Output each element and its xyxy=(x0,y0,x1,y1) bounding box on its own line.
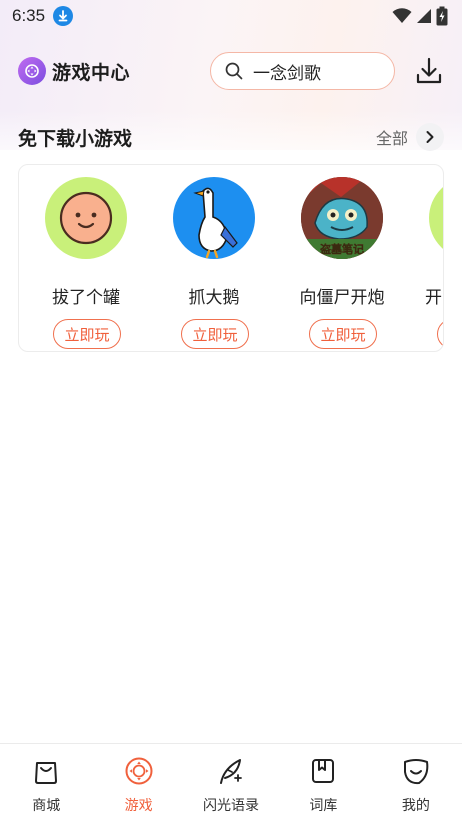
nav-item-profile[interactable]: 我的 xyxy=(370,744,462,821)
nav-item-games[interactable]: 游戏 xyxy=(92,744,184,821)
shop-bag-icon xyxy=(35,762,58,784)
game-center-logo-icon xyxy=(18,57,46,85)
search-icon xyxy=(225,62,243,80)
play-now-button[interactable]: 立即玩 xyxy=(309,319,377,349)
bottom-navigation: 商城 游戏 闪光语录 词库 我的 xyxy=(0,743,462,821)
game-icon-zombie[interactable]: 盗墓笔记 xyxy=(301,177,383,259)
game-icon-partial[interactable] xyxy=(429,177,443,259)
bookmark-book-icon xyxy=(312,759,335,783)
feather-pen-icon xyxy=(220,759,242,784)
nav-item-lexicon[interactable]: 词库 xyxy=(277,744,369,821)
game-name: 拔了个罐 xyxy=(52,288,120,308)
section-header: 免下载小游戏 全部 xyxy=(18,120,444,154)
section-title: 免下载小游戏 xyxy=(18,127,133,150)
view-all-link[interactable]: 全部 xyxy=(376,125,408,149)
search-input[interactable]: 一念剑歌 xyxy=(210,52,395,90)
smile-face-icon xyxy=(403,759,429,785)
chevron-right-icon[interactable] xyxy=(416,123,444,151)
game-icon-smiley[interactable] xyxy=(45,177,127,259)
game-controller-icon xyxy=(125,757,153,785)
search-value: 一念剑歌 xyxy=(253,63,321,84)
page-title: 游戏中心 xyxy=(52,61,131,84)
nav-label: 游戏 xyxy=(124,798,153,814)
download-button[interactable] xyxy=(414,56,444,86)
status-indicators xyxy=(392,6,448,26)
nav-item-shop[interactable]: 商城 xyxy=(0,744,92,821)
play-now-button[interactable] xyxy=(437,319,443,349)
nav-label: 闪光语录 xyxy=(203,798,260,814)
game-name: 向僵尸开炮 xyxy=(299,288,385,308)
game-icon-goose[interactable] xyxy=(173,177,255,259)
game-name: 抓大鹅 xyxy=(188,288,240,308)
battery-icon xyxy=(436,6,448,26)
play-now-button[interactable]: 立即玩 xyxy=(53,319,121,349)
nav-item-quotes[interactable]: 闪光语录 xyxy=(185,744,277,821)
mini-games-card: 拔了个罐 立即玩 抓大鹅 立即玩 盗墓笔记 向僵尸开炮 立即玩 开 xyxy=(18,164,444,352)
status-time: 6:35 xyxy=(12,6,46,25)
game-item[interactable]: 抓大鹅 立即玩 xyxy=(159,177,269,349)
nav-label: 商城 xyxy=(32,798,61,814)
download-notification-icon xyxy=(53,6,74,26)
play-now-button[interactable]: 立即玩 xyxy=(181,319,249,349)
status-bar: 6:35 xyxy=(0,0,462,32)
header: 游戏中心 一念剑歌 xyxy=(18,52,448,90)
game-item[interactable]: 拔了个罐 立即玩 xyxy=(31,177,141,349)
cell-signal-icon xyxy=(417,9,431,23)
nav-label: 我的 xyxy=(401,798,430,814)
game-item-partial[interactable]: 开 xyxy=(415,177,443,349)
game-name: 开 xyxy=(425,288,442,308)
wifi-icon xyxy=(392,8,412,23)
game-icon-caption: 盗墓笔记 xyxy=(320,242,364,256)
game-item[interactable]: 盗墓笔记 向僵尸开炮 立即玩 xyxy=(287,177,397,349)
nav-label: 词库 xyxy=(309,798,338,814)
